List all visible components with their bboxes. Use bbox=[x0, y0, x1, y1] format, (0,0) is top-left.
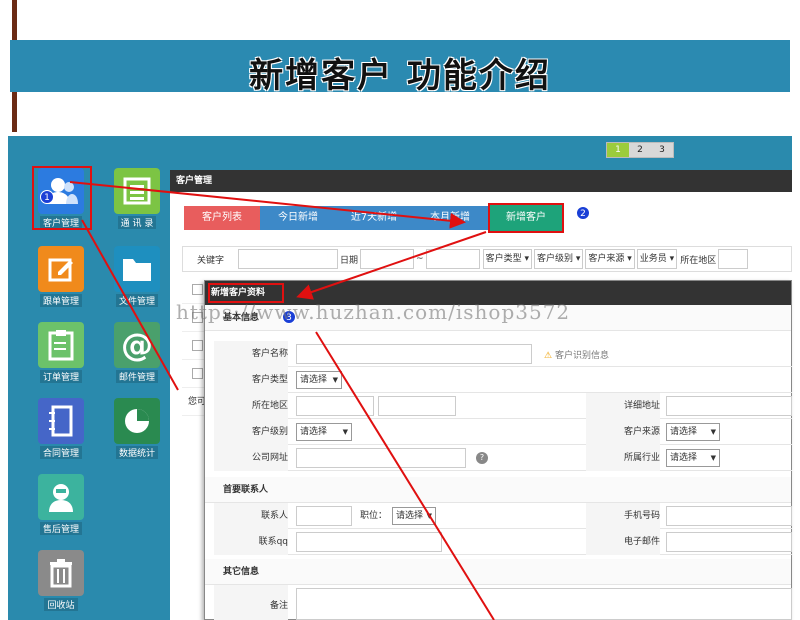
page-title: 客户管理 bbox=[170, 170, 792, 192]
position-label: 职位： bbox=[360, 511, 388, 521]
tab-customer-list[interactable]: 客户列表 bbox=[184, 206, 260, 230]
form-row-contact: 联系人 职位： 请选择 手机号码 bbox=[214, 503, 792, 529]
sidebar-item-followup[interactable]: 跟单管理 bbox=[30, 246, 92, 307]
customer-name-input[interactable] bbox=[296, 344, 532, 364]
tab-today-new[interactable]: 今日新增 bbox=[260, 206, 336, 230]
sidebar-item-contacts[interactable]: 通 讯 录 bbox=[106, 168, 168, 229]
section-other-info: 其它信息 bbox=[205, 559, 791, 585]
sidebar-item-label: 订单管理 bbox=[39, 370, 82, 383]
watermark: https://www.huzhan.com/ishop3572 bbox=[176, 300, 571, 324]
form-row-name: 客户名称 ⚠ 客户识别信息 bbox=[214, 341, 792, 367]
customer-name-label: 客户名称 bbox=[214, 341, 288, 367]
keyword-input[interactable] bbox=[238, 249, 339, 269]
form-row-website: 公司网址 ? 所属行业 请选择 bbox=[214, 445, 792, 471]
customer-source-label: 客户来源 bbox=[586, 419, 660, 445]
pagination: 1 2 3 bbox=[606, 142, 674, 158]
customer-type-dropdown[interactable]: 请选择 bbox=[296, 371, 342, 389]
step-badge-1: 1 bbox=[40, 190, 54, 204]
page-1-button[interactable]: 1 bbox=[607, 143, 629, 157]
region-input[interactable] bbox=[718, 249, 749, 269]
qq-label: 联系qq bbox=[214, 529, 288, 555]
date-end-input[interactable] bbox=[425, 249, 480, 269]
sidebar-item-aftersales[interactable]: 售后管理 bbox=[30, 474, 92, 535]
position-dropdown[interactable]: 请选择 bbox=[392, 507, 436, 525]
name-hint: ⚠ 客户识别信息 bbox=[544, 351, 609, 361]
sidebar-item-files[interactable]: 文件管理 bbox=[106, 246, 168, 307]
warning-icon: ⚠ bbox=[544, 351, 553, 361]
date-label: 日期 bbox=[340, 255, 359, 266]
section-primary-contact: 首要联系人 bbox=[205, 477, 791, 503]
province-input[interactable] bbox=[296, 396, 374, 416]
region-label: 所在地区 bbox=[680, 255, 717, 266]
address-book-icon bbox=[114, 168, 160, 214]
sidebar-item-label: 合同管理 bbox=[39, 446, 82, 459]
banner-title: 新增客户 功能介绍 bbox=[249, 56, 551, 96]
at-icon: @ bbox=[114, 322, 160, 368]
customer-level-dropdown[interactable]: 请选择 bbox=[296, 423, 352, 441]
address-input[interactable] bbox=[666, 396, 792, 416]
salesperson-select[interactable]: 业务员 ▾ bbox=[636, 249, 678, 269]
customer-source-dropdown[interactable]: 请选择 bbox=[666, 423, 720, 441]
form-row-type: 客户类型 请选择 bbox=[214, 367, 792, 393]
tab-bar: 客户列表 今日新增 近7天新增 本月新增 新增客户 bbox=[184, 203, 564, 233]
sidebar-item-recycle[interactable]: 回收站 bbox=[30, 550, 92, 611]
title-banner: 新增客户 功能介绍 bbox=[10, 40, 790, 96]
city-input[interactable] bbox=[378, 396, 456, 416]
sidebar-item-label: 数据统计 bbox=[115, 446, 158, 459]
trash-icon bbox=[38, 550, 84, 596]
tab-7days-new[interactable]: 近7天新增 bbox=[336, 206, 412, 230]
qq-input[interactable] bbox=[296, 532, 442, 552]
region-label: 所在地区 bbox=[214, 393, 288, 419]
edit-icon bbox=[38, 246, 84, 292]
website-label: 公司网址 bbox=[214, 445, 288, 471]
notebook-icon bbox=[38, 398, 84, 444]
contact-person-input[interactable] bbox=[296, 506, 352, 526]
website-input[interactable] bbox=[296, 448, 466, 468]
filter-bar: 关键字 日期 ~ 客户类型 ▾ 客户级别 ▾ 客户来源 ▾ 业务员 ▾ 所在地区 bbox=[182, 246, 792, 272]
page-3-button[interactable]: 3 bbox=[651, 143, 673, 157]
sidebar-item-mail[interactable]: @ 邮件管理 bbox=[106, 322, 168, 383]
clipboard-icon bbox=[38, 322, 84, 368]
remark-textarea[interactable] bbox=[296, 588, 792, 620]
add-customer-button[interactable]: 新增客户 bbox=[488, 203, 564, 233]
customer-source-select[interactable]: 客户来源 ▾ bbox=[585, 249, 635, 269]
keyword-label: 关键字 bbox=[197, 255, 225, 266]
tab-month-new[interactable]: 本月新增 bbox=[412, 206, 488, 230]
support-agent-icon bbox=[38, 474, 84, 520]
sidebar-item-statistics[interactable]: 数据统计 bbox=[106, 398, 168, 459]
email-input[interactable] bbox=[666, 532, 792, 552]
form-row-level: 客户级别 请选择 客户来源 请选择 bbox=[214, 419, 792, 445]
sidebar-item-label: 通 讯 录 bbox=[117, 216, 157, 229]
folder-icon bbox=[114, 246, 160, 292]
sidebar-item-label: 售后管理 bbox=[39, 522, 82, 535]
sidebar-item-label: 跟单管理 bbox=[39, 294, 82, 307]
address-label: 详细地址 bbox=[586, 393, 660, 419]
date-separator: ~ bbox=[416, 254, 424, 264]
page-2-button[interactable]: 2 bbox=[629, 143, 651, 157]
mobile-input[interactable] bbox=[666, 506, 792, 526]
form-row-region: 所在地区 详细地址 bbox=[214, 393, 792, 419]
mobile-label: 手机号码 bbox=[586, 503, 660, 529]
remark-label: 备注 bbox=[214, 585, 288, 620]
sidebar-item-label: 文件管理 bbox=[115, 294, 158, 307]
industry-label: 所属行业 bbox=[586, 445, 660, 471]
sidebar-item-orders[interactable]: 订单管理 bbox=[30, 322, 92, 383]
sidebar-item-label: 回收站 bbox=[44, 598, 78, 611]
step-badge-2: 2 bbox=[576, 206, 590, 220]
pie-chart-icon bbox=[114, 398, 160, 444]
customer-type-select[interactable]: 客户类型 ▾ bbox=[482, 249, 532, 269]
sidebar-item-contracts[interactable]: 合同管理 bbox=[30, 398, 92, 459]
customer-level-select[interactable]: 客户级别 ▾ bbox=[533, 249, 584, 269]
date-start-input[interactable] bbox=[360, 249, 415, 269]
top-margin bbox=[0, 0, 800, 40]
form-row-qq: 联系qq 电子邮件 bbox=[214, 529, 792, 555]
industry-dropdown[interactable]: 请选择 bbox=[666, 449, 720, 467]
form-row-remark: 备注 bbox=[214, 585, 792, 620]
email-label: 电子邮件 bbox=[586, 529, 660, 555]
customer-level-label: 客户级别 bbox=[214, 419, 288, 445]
help-icon[interactable]: ? bbox=[476, 452, 488, 464]
customer-type-label: 客户类型 bbox=[214, 367, 288, 393]
sidebar-item-label: 邮件管理 bbox=[115, 370, 158, 383]
contact-person-label: 联系人 bbox=[214, 503, 288, 529]
